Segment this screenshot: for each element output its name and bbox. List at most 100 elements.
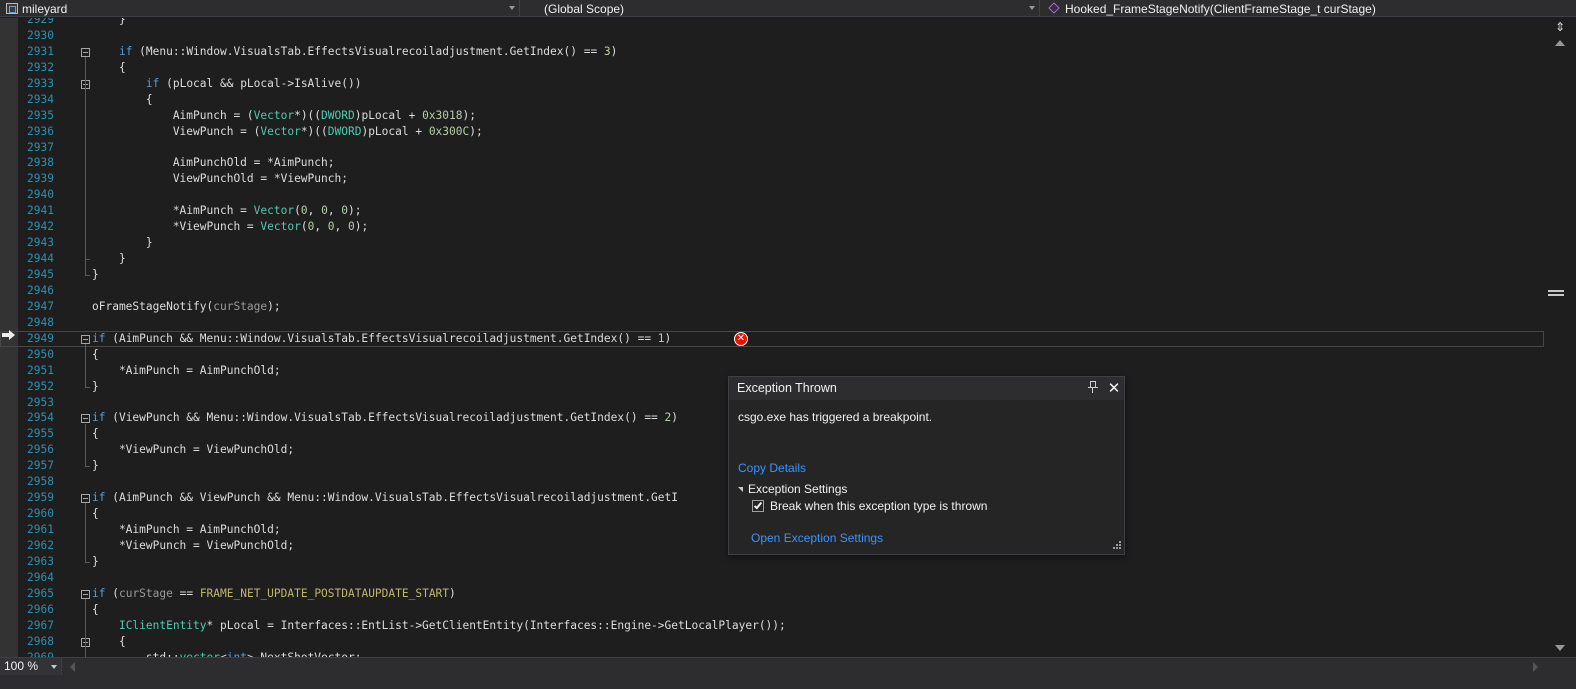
code-lines: 2929 } 2930 2931 if (Menu::Window.VisualsT… bbox=[0, 18, 1544, 657]
code-line[interactable]: 2968 { bbox=[0, 634, 1544, 650]
code-line[interactable]: 2947 oFrameStageNotify(curStage); bbox=[0, 299, 1544, 315]
code-line[interactable]: 2966 { bbox=[0, 602, 1544, 618]
code-token: { bbox=[92, 602, 99, 616]
outline-end bbox=[85, 275, 90, 277]
code-line[interactable]: 2950 { bbox=[0, 347, 1544, 363]
code-line[interactable]: 2949 if (AimPunch && Menu::Window.Visuals… bbox=[0, 330, 1544, 347]
code-line[interactable]: 2940 bbox=[0, 187, 1544, 203]
collapse-toggle-icon[interactable] bbox=[81, 589, 90, 599]
code-line[interactable]: 2934 { bbox=[0, 92, 1544, 108]
code-line[interactable]: 2937 bbox=[0, 140, 1544, 156]
scroll-right-icon[interactable] bbox=[1533, 662, 1538, 672]
code-text: if (AimPunch && Menu::Window.VisualsTab.… bbox=[92, 331, 671, 347]
code-token: DWORD bbox=[321, 108, 355, 122]
line-number: 2944 bbox=[27, 252, 54, 266]
collapse-toggle-icon[interactable] bbox=[81, 47, 90, 57]
code-line[interactable]: 2963} bbox=[0, 554, 1544, 570]
code-line[interactable]: 2932 { bbox=[0, 60, 1544, 76]
close-icon[interactable]: ✕ bbox=[1106, 379, 1122, 397]
code-line[interactable]: 2941 *AimPunch = Vector(0, 0, 0); bbox=[0, 203, 1544, 219]
code-line[interactable]: 2931 if (Menu::Window.VisualsTab.Effects… bbox=[0, 44, 1544, 60]
outline-end bbox=[85, 259, 90, 261]
line-number: 2939 bbox=[27, 172, 54, 186]
exception-settings-toggle[interactable]: Exception Settings bbox=[738, 482, 847, 496]
code-line[interactable]: 2938 AimPunchOld = *AimPunch; bbox=[0, 155, 1544, 171]
scope-dropdown[interactable]: (Global Scope) bbox=[524, 0, 1040, 17]
code-line[interactable]: 2933 if (pLocal && pLocal->IsAlive()) bbox=[0, 76, 1544, 92]
code-text: ViewPunchOld = *ViewPunch; bbox=[92, 171, 348, 187]
vertical-scrollbar[interactable]: ⇕ bbox=[1544, 18, 1576, 657]
open-exception-settings-link[interactable]: Open Exception Settings bbox=[751, 531, 883, 545]
code-text: AimPunchOld = *AimPunch; bbox=[92, 155, 335, 171]
code-token: } bbox=[92, 554, 99, 568]
split-icon[interactable]: ⇕ bbox=[1554, 21, 1566, 33]
code-text: } bbox=[92, 554, 99, 570]
collapse-toggle-icon[interactable] bbox=[81, 334, 90, 344]
code-line[interactable]: 2969 std::vector<int> NextShotVector; bbox=[0, 650, 1544, 658]
collapse-toggle-icon[interactable] bbox=[81, 414, 90, 424]
code-line[interactable]: 2948 bbox=[0, 315, 1544, 331]
code-editor[interactable]: 2929 } 2930 2931 if (Menu::Window.VisualsT… bbox=[0, 18, 1544, 657]
break-when-thrown-checkbox[interactable] bbox=[752, 500, 764, 512]
code-text: IClientEntity* pLocal = Interfaces::EntL… bbox=[92, 618, 786, 634]
current-statement-arrow-icon bbox=[2, 330, 16, 340]
code-line[interactable]: 2965 if (curStage == FRAME_NET_UPDATE_POS… bbox=[0, 586, 1544, 602]
line-number: 2955 bbox=[27, 427, 54, 441]
zoom-dropdown[interactable]: 100 % bbox=[0, 658, 62, 675]
code-editor-window: mileyard (Global Scope) Hooked_FrameStag… bbox=[0, 0, 1576, 689]
error-icon[interactable]: ✕ bbox=[734, 332, 748, 346]
code-text: ViewPunch = (Vector*)((DWORD)pLocal + 0x… bbox=[92, 124, 483, 140]
chevron-down-icon bbox=[51, 665, 57, 669]
outline-rail bbox=[85, 423, 86, 467]
line-number: 2929 bbox=[27, 18, 54, 26]
code-token: , bbox=[327, 204, 342, 218]
copy-details-link[interactable]: Copy Details bbox=[738, 461, 806, 475]
scroll-down-icon[interactable] bbox=[1555, 645, 1565, 651]
line-number: 2934 bbox=[27, 92, 54, 106]
code-line[interactable]: 2967 IClientEntity* pLocal = Interfaces:… bbox=[0, 618, 1544, 634]
collapse-toggle-icon[interactable] bbox=[81, 494, 90, 504]
code-line[interactable]: 2946 bbox=[0, 283, 1544, 299]
code-token: == bbox=[172, 586, 200, 600]
code-token: 0x300C bbox=[428, 124, 470, 138]
code-line[interactable]: 2943 } bbox=[0, 235, 1544, 251]
code-text: } bbox=[92, 251, 126, 267]
navigation-bar: mileyard (Global Scope) Hooked_FrameStag… bbox=[0, 0, 1576, 17]
code-line[interactable]: 2930 bbox=[0, 28, 1544, 44]
code-line[interactable]: 2929 } bbox=[0, 18, 1544, 28]
code-line[interactable]: 2964 bbox=[0, 570, 1544, 586]
code-token: ); bbox=[348, 204, 362, 218]
code-line[interactable]: 2944 } bbox=[0, 251, 1544, 267]
code-token: { bbox=[92, 507, 99, 521]
line-number: 2961 bbox=[27, 523, 54, 536]
code-token: 0x3018 bbox=[422, 108, 463, 122]
code-text: if (pLocal && pLocal->IsAlive()) bbox=[92, 76, 362, 92]
code-token: Vector bbox=[260, 220, 301, 234]
scroll-left-icon[interactable] bbox=[70, 662, 75, 672]
code-token: oFrameStageNotify( bbox=[92, 299, 214, 313]
scroll-up-icon[interactable] bbox=[1555, 40, 1565, 46]
line-number: 2952 bbox=[27, 379, 54, 393]
scroll-thumb[interactable] bbox=[1548, 290, 1564, 300]
break-when-thrown-option[interactable]: Break when this exception type is thrown bbox=[752, 499, 987, 513]
project-dropdown[interactable]: mileyard bbox=[0, 0, 520, 17]
code-line[interactable]: 2945} bbox=[0, 267, 1544, 283]
pin-icon[interactable] bbox=[1088, 381, 1098, 395]
code-token: Vector bbox=[260, 124, 301, 138]
line-number: 2960 bbox=[27, 507, 54, 521]
code-line[interactable]: 2936 ViewPunch = (Vector*)((DWORD)pLocal… bbox=[0, 124, 1544, 140]
code-token: Vector bbox=[253, 108, 295, 122]
code-token: { bbox=[92, 427, 99, 441]
code-line[interactable]: 2935 AimPunch = (Vector*)((DWORD)pLocal … bbox=[0, 108, 1544, 124]
line-number: 2949 bbox=[27, 331, 54, 345]
member-dropdown[interactable]: Hooked_FrameStageNotify(ClientFrameStage… bbox=[1044, 0, 1576, 17]
code-token: DWORD bbox=[327, 124, 362, 138]
code-line[interactable]: 2942 *ViewPunch = Vector(0, 0, 0); bbox=[0, 219, 1544, 235]
resize-grip-icon[interactable] bbox=[1111, 541, 1121, 551]
code-token: ); bbox=[469, 124, 483, 138]
line-number: 2938 bbox=[27, 156, 54, 170]
code-line[interactable]: 2939 ViewPunchOld = *ViewPunch; bbox=[0, 171, 1544, 187]
